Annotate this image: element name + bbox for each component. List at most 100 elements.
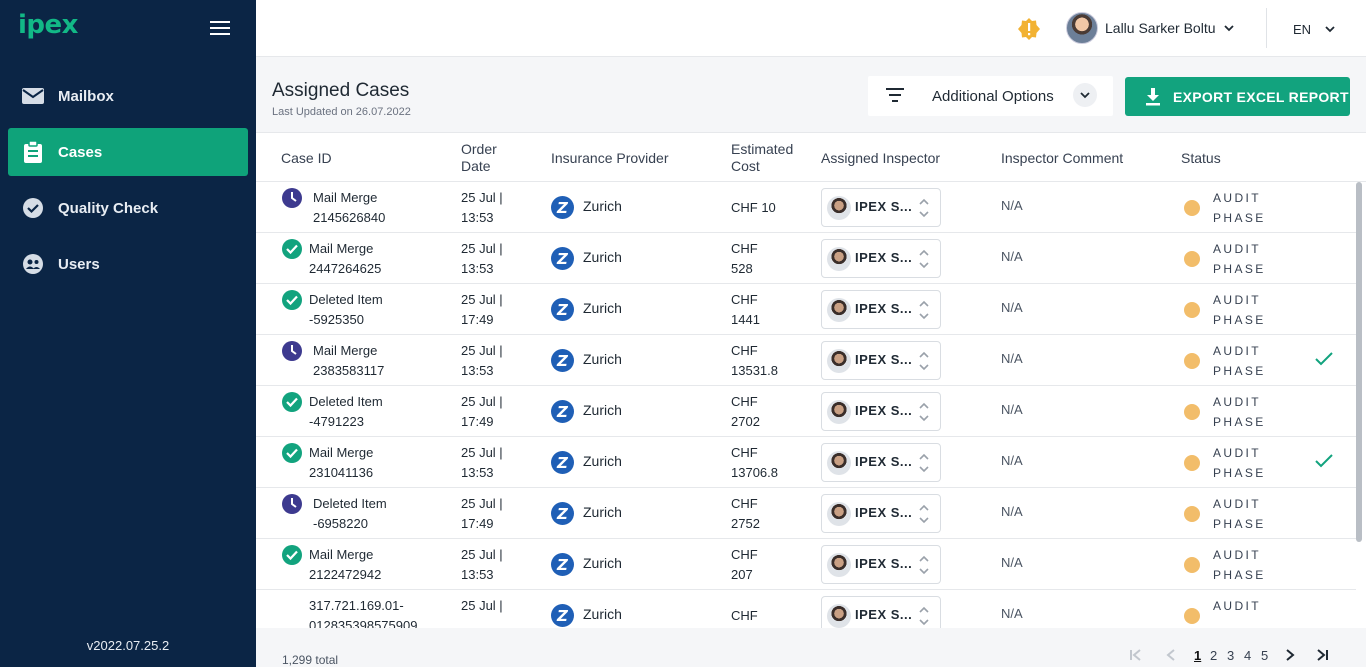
cost-currency: CHF	[731, 241, 758, 256]
case-number: 2122472942	[309, 567, 382, 582]
inspector-select[interactable]: IPEX S...	[821, 494, 941, 533]
order-date-cell: 25 Jul | 17:49	[461, 494, 503, 534]
chevron-down-icon[interactable]	[1324, 22, 1336, 34]
cost-cell: CHF 207	[731, 545, 801, 585]
check-circle-icon	[282, 290, 302, 310]
case-id-cell[interactable]: Mail Merge 2383583117	[313, 341, 384, 381]
page-number[interactable]: 3	[1227, 648, 1234, 663]
order-date: 25 Jul |	[461, 394, 503, 409]
first-page-icon[interactable]	[1128, 648, 1142, 665]
order-date: 25 Jul |	[461, 598, 503, 613]
updown-chevron-icon[interactable]	[918, 400, 930, 424]
case-id-cell[interactable]: Deleted Item -6958220	[313, 494, 387, 534]
page-number[interactable]: 4	[1244, 648, 1251, 663]
last-page-icon[interactable]	[1316, 648, 1330, 665]
inspector-comment: N/A	[1001, 402, 1023, 417]
column-header-cost[interactable]: Estimated Cost	[731, 141, 793, 175]
table-row[interactable]: Deleted Item -6958220 25 Jul | 17:49 Z Zurich…	[256, 488, 1356, 539]
user-name[interactable]: Lallu Sarker Boltu	[1105, 20, 1216, 36]
cost-cell: CHF 2752	[731, 494, 801, 534]
column-header-status[interactable]: Status	[1181, 150, 1221, 167]
case-id-cell[interactable]: Mail Merge 2122472942	[309, 545, 381, 585]
case-type: Deleted Item	[313, 496, 387, 511]
case-type: Mail Merge	[309, 547, 374, 562]
case-id-cell[interactable]: 317.721.169.01- 012835398575909	[309, 596, 417, 628]
table-row[interactable]: Deleted Item -5925350 25 Jul | 17:49 Z Zurich…	[256, 284, 1356, 335]
column-header-inspector[interactable]: Assigned Inspector	[821, 150, 940, 167]
column-header-comment[interactable]: Inspector Comment	[1001, 150, 1123, 167]
status-line: PHASE	[1213, 262, 1266, 276]
page-number[interactable]: 1	[1194, 648, 1201, 663]
column-header-order-date[interactable]: Order Date	[461, 141, 497, 175]
inspector-select[interactable]: IPEX S...	[821, 392, 941, 431]
column-header-provider[interactable]: Insurance Provider	[551, 150, 669, 167]
updown-chevron-icon[interactable]	[918, 247, 930, 271]
status-line: AUDIT	[1213, 497, 1261, 511]
case-id-cell[interactable]: Mail Merge 231041136	[309, 443, 373, 483]
table-row[interactable]: Mail Merge 2383583117 25 Jul | 13:53 Z Zurich…	[256, 335, 1356, 386]
alert-badge-icon[interactable]	[1018, 18, 1040, 40]
case-id-cell[interactable]: Mail Merge 2145626840	[313, 188, 385, 228]
cost-currency: CHF	[731, 547, 758, 562]
inspector-select[interactable]: IPEX S...	[821, 239, 941, 278]
updown-chevron-icon[interactable]	[918, 451, 930, 475]
page-number[interactable]: 2	[1210, 648, 1217, 663]
inspector-avatar	[827, 553, 851, 577]
updown-chevron-icon[interactable]	[918, 298, 930, 322]
inspector-select[interactable]: IPEX S...	[821, 290, 941, 329]
updown-chevron-icon[interactable]	[918, 502, 930, 526]
inspector-select[interactable]: IPEX S...	[821, 545, 941, 584]
additional-options-label: Additional Options	[932, 88, 1054, 105]
checkmark-icon[interactable]	[1314, 351, 1334, 367]
export-excel-button[interactable]: EXPORT EXCEL REPORT	[1125, 77, 1350, 116]
table-row[interactable]: Deleted Item -4791223 25 Jul | 17:49 Z Zurich…	[256, 386, 1356, 437]
column-header-line: Order	[461, 141, 497, 157]
case-id-cell[interactable]: Deleted Item -5925350	[309, 290, 383, 330]
table-row[interactable]: Mail Merge 2145626840 25 Jul | 13:53 Z Zurich…	[256, 182, 1356, 233]
inspector-select[interactable]: IPEX S...	[821, 443, 941, 482]
order-time: 13:53	[461, 363, 494, 378]
inspector-select[interactable]: IPEX S...	[821, 188, 941, 227]
sidebar-item-cases[interactable]: Cases	[8, 128, 248, 176]
order-time: 17:49	[461, 312, 494, 327]
table-row[interactable]: Mail Merge 2122472942 25 Jul | 13:53 Z Zurich…	[256, 539, 1356, 590]
inspector-select[interactable]: IPEX S...	[821, 341, 941, 380]
checkmark-icon[interactable]	[1314, 453, 1334, 469]
page-number[interactable]: 5	[1261, 648, 1268, 663]
sidebar-item-mailbox[interactable]: Mailbox	[8, 72, 248, 120]
chevron-down-icon[interactable]	[1073, 83, 1097, 107]
updown-chevron-icon[interactable]	[918, 349, 930, 373]
ipex-logo[interactable]: ipex	[18, 10, 78, 40]
table-row[interactable]: Mail Merge 231041136 25 Jul | 13:53 Z Zurich C…	[256, 437, 1356, 488]
table-row[interactable]: 317.721.169.01- 012835398575909 25 Jul | Z Z…	[256, 590, 1356, 628]
updown-chevron-icon[interactable]	[918, 196, 930, 220]
zurich-logo-icon: Z	[551, 553, 574, 576]
user-avatar[interactable]	[1066, 12, 1098, 44]
prev-page-icon[interactable]	[1164, 648, 1178, 665]
language-selector[interactable]: EN	[1293, 22, 1311, 37]
case-id-cell[interactable]: Deleted Item -4791223	[309, 392, 383, 432]
case-number: -5925350	[309, 312, 364, 327]
provider-name: Zurich	[583, 249, 622, 265]
next-page-icon[interactable]	[1283, 648, 1297, 665]
case-id-cell[interactable]: Mail Merge 2447264625	[309, 239, 381, 279]
updown-chevron-icon[interactable]	[918, 604, 930, 628]
provider-name: Zurich	[583, 555, 622, 571]
table-scrollbar[interactable]	[1356, 182, 1362, 542]
cost-value: 528	[731, 261, 753, 276]
inspector-select[interactable]: IPEX S...	[821, 596, 941, 628]
chevron-down-icon[interactable]	[1223, 21, 1235, 33]
cost-currency: CHF 10	[731, 200, 776, 215]
cost-cell: CHF 2702	[731, 392, 801, 432]
sidebar-item-users[interactable]: Users	[8, 240, 248, 288]
order-time: 17:49	[461, 516, 494, 531]
updown-chevron-icon[interactable]	[918, 553, 930, 577]
cost-currency: CHF	[731, 343, 758, 358]
case-number: 2447264625	[309, 261, 382, 276]
sidebar-item-quality-check[interactable]: Quality Check	[8, 184, 248, 232]
hamburger-menu-icon[interactable]	[210, 21, 230, 35]
column-header-case-id[interactable]: Case ID	[281, 150, 332, 167]
additional-options-button[interactable]: Additional Options	[868, 76, 1113, 116]
table-row[interactable]: Mail Merge 2447264625 25 Jul | 13:53 Z Zurich…	[256, 233, 1356, 284]
inspector-name: IPEX S...	[855, 505, 913, 520]
